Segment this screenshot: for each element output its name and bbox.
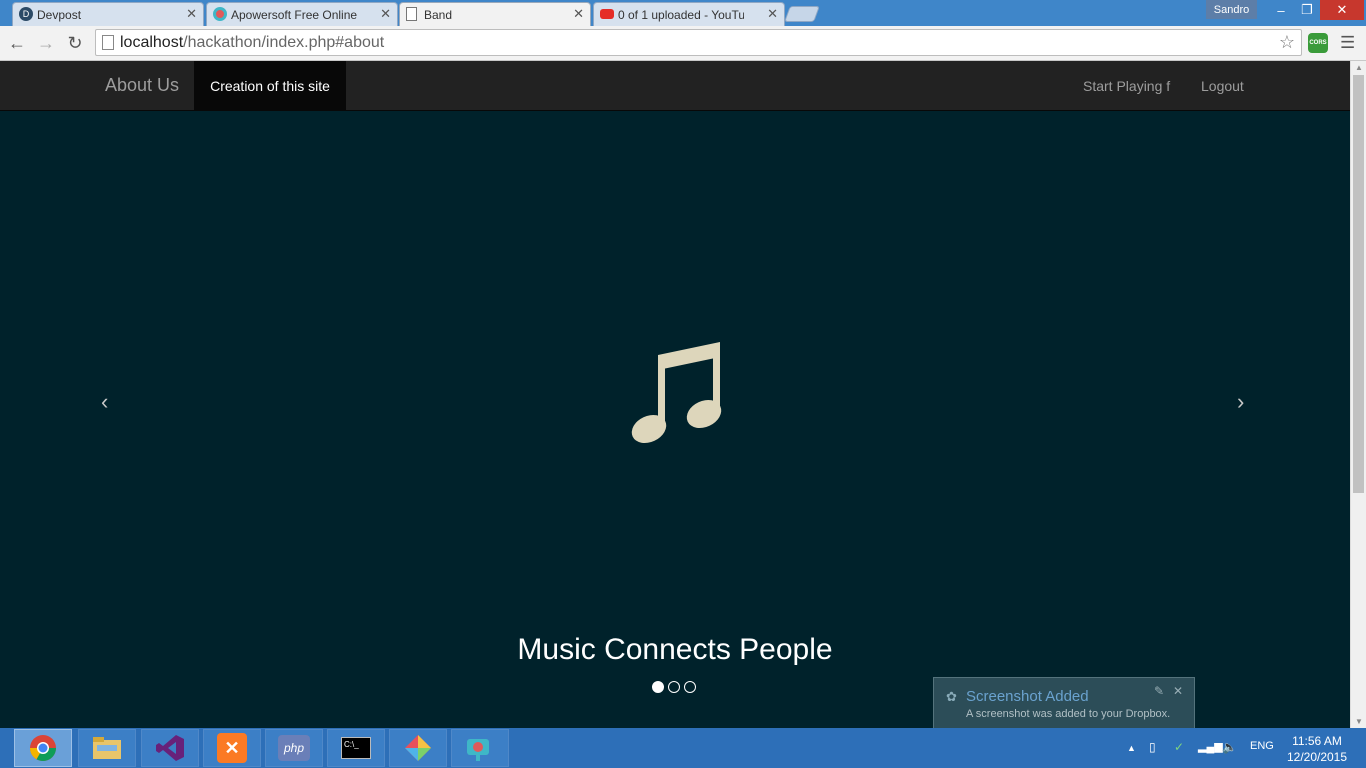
reload-button[interactable]: ↻ <box>64 32 86 54</box>
carousel-indicator-dot[interactable] <box>684 681 696 693</box>
clock-date: 12/20/2015 <box>1286 750 1348 764</box>
forward-button[interactable]: → <box>35 32 57 54</box>
page-icon <box>406 7 417 21</box>
close-window-button[interactable]: ✕ <box>1320 0 1364 20</box>
tab-youtube[interactable]: 0 of 1 uploaded - YouTube ✕ <box>593 2 785 26</box>
taskbar-file-explorer[interactable] <box>78 729 136 767</box>
chrome-menu-icon[interactable]: ☰ <box>1340 33 1355 53</box>
taskbar-apowersoft[interactable] <box>451 729 509 767</box>
battery-icon[interactable]: ▯ <box>1149 740 1156 754</box>
tab-devpost[interactable]: D Devpost ✕ <box>12 2 204 26</box>
browser-toolbar: ← → ↻ localhost/hackathon/index.php#abou… <box>0 26 1366 61</box>
profile-button[interactable]: Sandro <box>1206 0 1257 19</box>
url-host: localhost <box>120 34 184 51</box>
git-icon <box>405 735 431 761</box>
nav-item-creation[interactable]: Creation of this site <box>194 61 346 111</box>
cmd-icon: C:\_ <box>341 737 371 759</box>
tab-label: 0 of 1 uploaded - YouTube <box>618 7 744 22</box>
navbar-brand[interactable]: About Us <box>105 75 179 96</box>
page-icon <box>102 35 114 50</box>
dropbox-notification[interactable]: ✿ Screenshot Added A screenshot was adde… <box>933 677 1195 729</box>
carousel-caption: Music Connects People <box>517 633 833 666</box>
visual-studio-icon <box>156 735 184 761</box>
tab-label: Devpost <box>37 7 82 22</box>
close-tab-icon[interactable]: ✕ <box>186 6 197 22</box>
dropbox-sync-icon[interactable]: ✓ <box>1174 740 1184 754</box>
dropbox-icon: ✿ <box>946 689 957 704</box>
taskbar-cmd[interactable]: C:\_ <box>327 729 385 767</box>
url-path: /hackathon/index.php#about <box>183 34 385 51</box>
tab-label: Apowersoft Free Online Sc <box>231 7 357 22</box>
close-tab-icon[interactable]: ✕ <box>573 6 584 22</box>
carousel-indicator-dot[interactable] <box>652 681 664 693</box>
scroll-down-arrow-icon[interactable]: ▼ <box>1351 717 1366 726</box>
close-tab-icon[interactable]: ✕ <box>380 6 391 22</box>
clock-time: 11:56 AM <box>1292 734 1342 748</box>
page-scrollbar[interactable]: ▲ ▼ <box>1350 61 1366 728</box>
restore-button[interactable]: ❐ <box>1294 0 1320 20</box>
site-navbar: About Us Creation of this site Start Pla… <box>0 61 1350 111</box>
taskbar-git[interactable] <box>389 729 447 767</box>
notification-close-icon[interactable]: ✕ <box>1173 684 1183 698</box>
address-bar[interactable]: localhost/hackathon/index.php#about ☆ <box>95 29 1302 56</box>
close-tab-icon[interactable]: ✕ <box>767 6 778 22</box>
php-icon: php <box>278 735 310 761</box>
language-indicator[interactable]: ENG <box>1250 740 1274 752</box>
music-note-icon <box>631 342 722 444</box>
system-clock[interactable]: 11:56 AM 12/20/2015 <box>1285 733 1349 765</box>
scroll-up-arrow-icon[interactable]: ▲ <box>1351 63 1366 72</box>
xampp-icon: ✕ <box>217 733 247 763</box>
page-content: About Us Creation of this site Start Pla… <box>0 61 1350 728</box>
tab-band[interactable]: Band ✕ <box>399 2 591 26</box>
url-text: localhost/hackathon/index.php#about <box>120 34 384 52</box>
taskbar-visual-studio[interactable] <box>141 729 199 767</box>
bookmark-star-icon[interactable]: ☆ <box>1279 32 1295 53</box>
new-tab-button[interactable] <box>784 6 820 22</box>
notification-body: A screenshot was added to your Dropbox. <box>966 708 1171 720</box>
browser-tab-strip: D Devpost ✕ Apowersoft Free Online Sc ✕ … <box>0 0 1366 26</box>
taskbar-xampp[interactable]: ✕ <box>203 729 261 767</box>
tab-apowersoft[interactable]: Apowersoft Free Online Sc ✕ <box>206 2 398 26</box>
carousel-indicator-dot[interactable] <box>668 681 680 693</box>
nav-item-start-playing[interactable]: Start Playing f <box>1083 78 1170 94</box>
taskbar-chrome[interactable] <box>14 729 72 767</box>
notification-title: Screenshot Added <box>966 688 1089 705</box>
cors-extension-icon[interactable]: CORS <box>1308 33 1328 53</box>
back-button[interactable]: ← <box>6 32 28 54</box>
volume-icon[interactable]: 🔈 <box>1222 740 1237 754</box>
carousel-next-button[interactable]: › <box>1237 389 1244 415</box>
apowersoft-icon <box>467 739 489 761</box>
notification-settings-icon[interactable]: ✎ <box>1154 684 1164 698</box>
windows-taskbar: ✕ php C:\_ ▲ ▯ ✓ ▂▄▆ 🔈 ENG 11:56 AM 12/2… <box>0 728 1366 768</box>
scrollbar-thumb[interactable] <box>1353 75 1364 493</box>
chrome-icon <box>29 735 57 762</box>
carousel-indicators <box>652 681 696 693</box>
apowersoft-icon <box>213 7 227 21</box>
carousel-prev-button[interactable]: ‹ <box>101 389 108 415</box>
file-explorer-icon <box>93 737 121 759</box>
nav-item-logout[interactable]: Logout <box>1201 78 1244 94</box>
devpost-icon: D <box>19 7 33 21</box>
taskbar-php[interactable]: php <box>265 729 323 767</box>
minimize-button[interactable]: – <box>1268 0 1294 20</box>
tab-label: Band <box>424 7 453 22</box>
network-icon[interactable]: ▂▄▆ <box>1198 740 1223 753</box>
youtube-icon <box>600 9 614 19</box>
show-hidden-icons-icon[interactable]: ▲ <box>1127 743 1136 753</box>
